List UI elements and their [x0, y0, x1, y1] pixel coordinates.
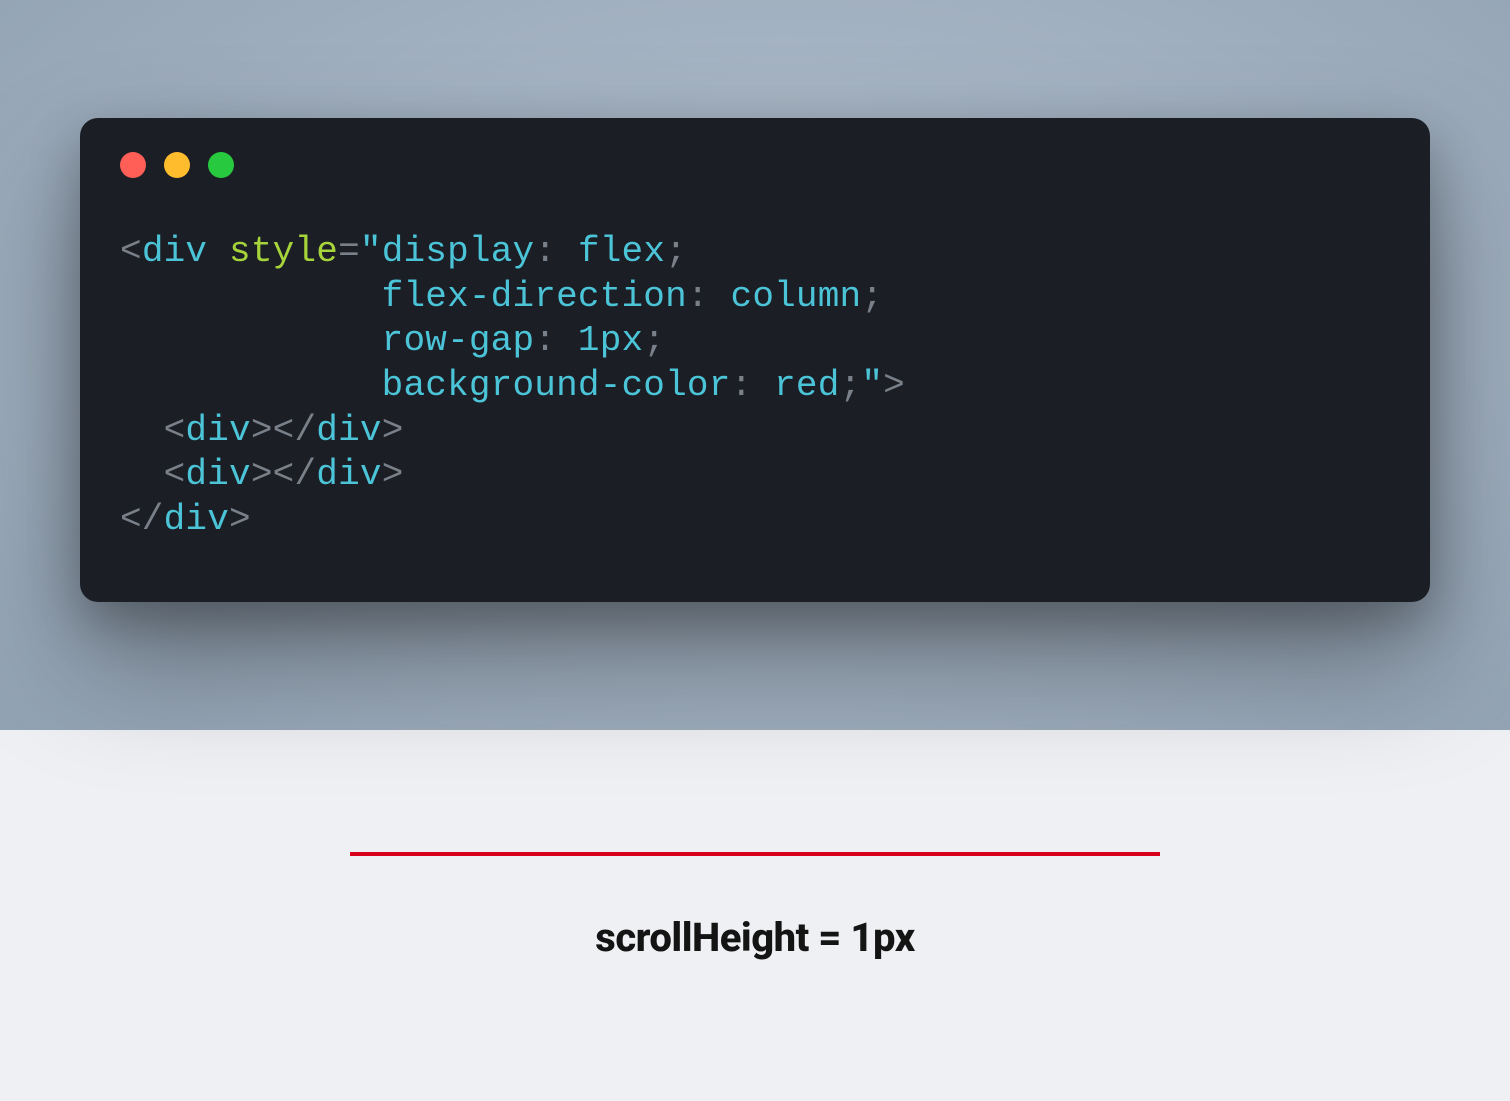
- zoom-icon: [208, 152, 234, 178]
- code-css-prop-2: flex-direction: [382, 276, 687, 317]
- code-child-tag-1: div: [185, 410, 250, 451]
- code-open-tag: div: [142, 231, 207, 272]
- code-css-prop-3: row-gap: [382, 320, 535, 361]
- output-panel: scrollHeight = 1px: [0, 730, 1510, 1101]
- rendered-flex-container: [350, 852, 1160, 856]
- code-css-val-3: 1px: [578, 320, 643, 361]
- code-css-val-4: red: [774, 365, 839, 406]
- minimize-icon: [164, 152, 190, 178]
- caption-text: scrollHeight = 1px: [0, 914, 1510, 961]
- window-traffic-lights: [120, 152, 1390, 178]
- code-css-prop-4: background-color: [382, 365, 731, 406]
- code-child-close-1: div: [316, 410, 381, 451]
- code-attr-name: style: [229, 231, 338, 272]
- code-child-tag-2: div: [185, 454, 250, 495]
- code-block: <div style="display: flex; flex-directio…: [120, 230, 1390, 542]
- code-window: <div style="display: flex; flex-directio…: [80, 118, 1430, 602]
- code-child-close-2: div: [316, 454, 381, 495]
- code-css-prop-1: display: [382, 231, 535, 272]
- code-example-panel: <div style="display: flex; flex-directio…: [0, 0, 1510, 730]
- close-icon: [120, 152, 146, 178]
- code-css-val-2: column: [731, 276, 862, 317]
- code-close-tag: div: [164, 499, 229, 540]
- code-css-val-1: flex: [578, 231, 665, 272]
